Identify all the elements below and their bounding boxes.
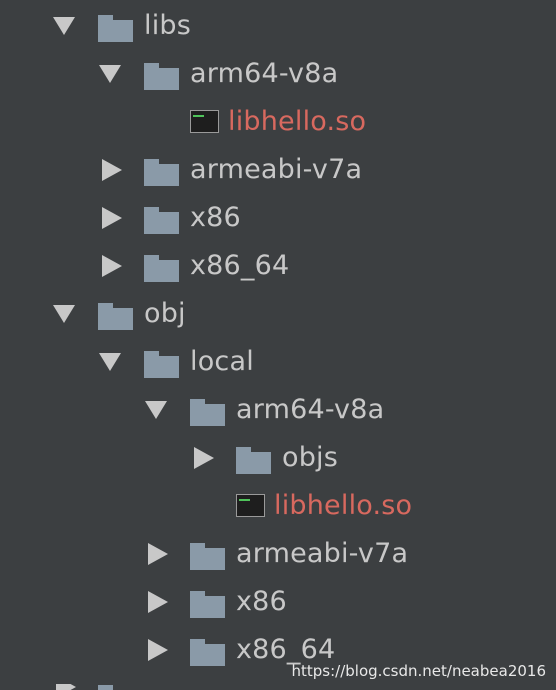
tree-row-libhello-so[interactable]: libhello.so [0,482,556,530]
collapse-arrow-icon[interactable] [147,543,169,565]
expand-arrow-icon[interactable] [99,64,121,84]
expand-arrow-icon[interactable] [53,304,75,324]
collapse-arrow-icon[interactable] [101,255,123,277]
tree-row-label: x86_64 [190,250,290,281]
collapse-arrow-icon[interactable] [193,447,215,469]
shared-library-icon [190,110,226,140]
expand-arrow-icon[interactable] [145,400,167,420]
tree-row-obj[interactable]: obj [0,290,556,338]
folder-icon [144,253,180,283]
folder-icon [98,13,134,43]
tree-row-label: arm64-v8a [190,58,339,89]
tree-row-label: x86 [236,586,287,617]
folder-icon [190,589,226,619]
watermark-text: https://blog.csdn.net/neabea2016 [291,662,547,680]
folder-icon [190,397,226,427]
tree-row-label: objs [282,442,339,473]
tree-row-libhello-so[interactable]: libhello.so [0,98,556,146]
tree-row-local[interactable]: local [0,338,556,386]
tree-row-arm64-v8a[interactable]: arm64-v8a [0,50,556,98]
project-tree: libs arm64-v8a libhello.so armeabi-v7a x… [0,0,556,690]
folder-icon [98,683,134,690]
tree-row-x86-64[interactable]: x86_64 [0,242,556,290]
tree-row-armeabi-v7a[interactable]: armeabi-v7a [0,530,556,578]
tree-row-x86[interactable]: x86 [0,194,556,242]
tree-row-label: x86 [190,202,241,233]
folder-icon [144,157,180,187]
collapse-arrow-icon[interactable] [101,159,123,181]
tree-row-armeabi-v7a[interactable]: armeabi-v7a [0,146,556,194]
expand-arrow-icon[interactable] [53,16,75,36]
tree-row-objs[interactable]: objs [0,434,556,482]
folder-icon [236,445,272,475]
tree-row-label: local [190,346,254,377]
collapse-arrow-icon[interactable] [147,639,169,661]
tree-row-label: armeabi-v7a [190,154,363,185]
tree-row-arm64-v8a[interactable]: arm64-v8a [0,386,556,434]
folder-icon [190,541,226,571]
tree-row-label: obj [144,298,186,329]
folder-icon [98,301,134,331]
collapse-arrow-icon[interactable] [101,207,123,229]
tree-row-label: libs [144,10,192,41]
expand-arrow-icon[interactable] [99,352,121,372]
collapse-arrow-icon[interactable] [55,684,77,690]
folder-icon [190,637,226,667]
tree-row-label: armeabi-v7a [236,538,409,569]
folder-icon [144,205,180,235]
shared-library-icon [236,494,272,524]
tree-row-label: arm64-v8a [236,394,385,425]
folder-icon [144,61,180,91]
folder-icon [144,349,180,379]
tree-row-libs[interactable]: libs [0,2,556,50]
tree-row-label: libhello.so [274,490,413,521]
tree-row-x86[interactable]: x86 [0,578,556,626]
collapse-arrow-icon[interactable] [147,591,169,613]
tree-row-label: libhello.so [228,106,367,137]
